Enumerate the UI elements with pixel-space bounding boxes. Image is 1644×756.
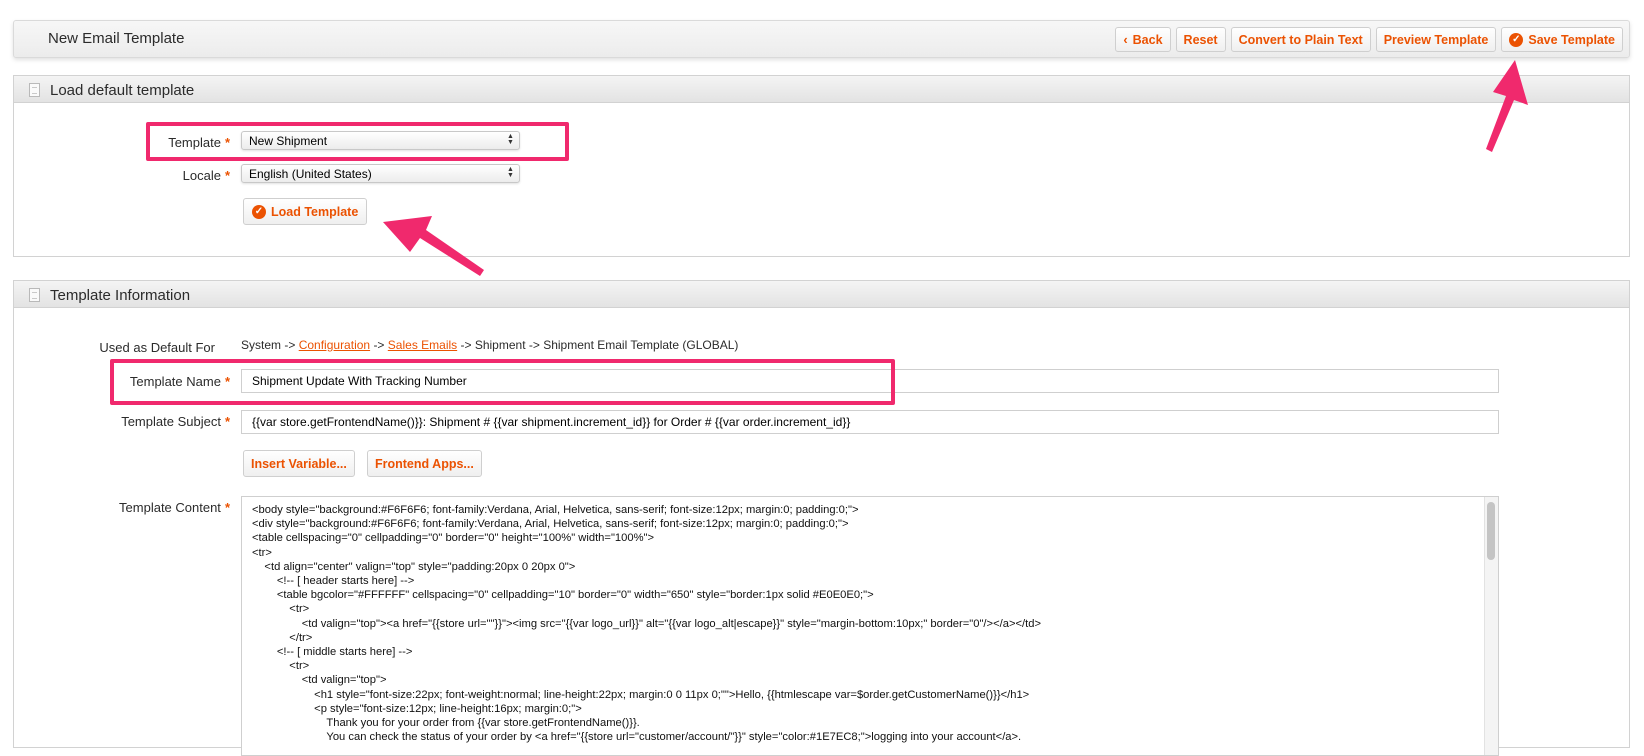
arrow-to-save-template-icon [1486,60,1528,152]
annotation-arrows [383,60,1528,276]
arrow-to-load-template-icon [383,216,484,276]
